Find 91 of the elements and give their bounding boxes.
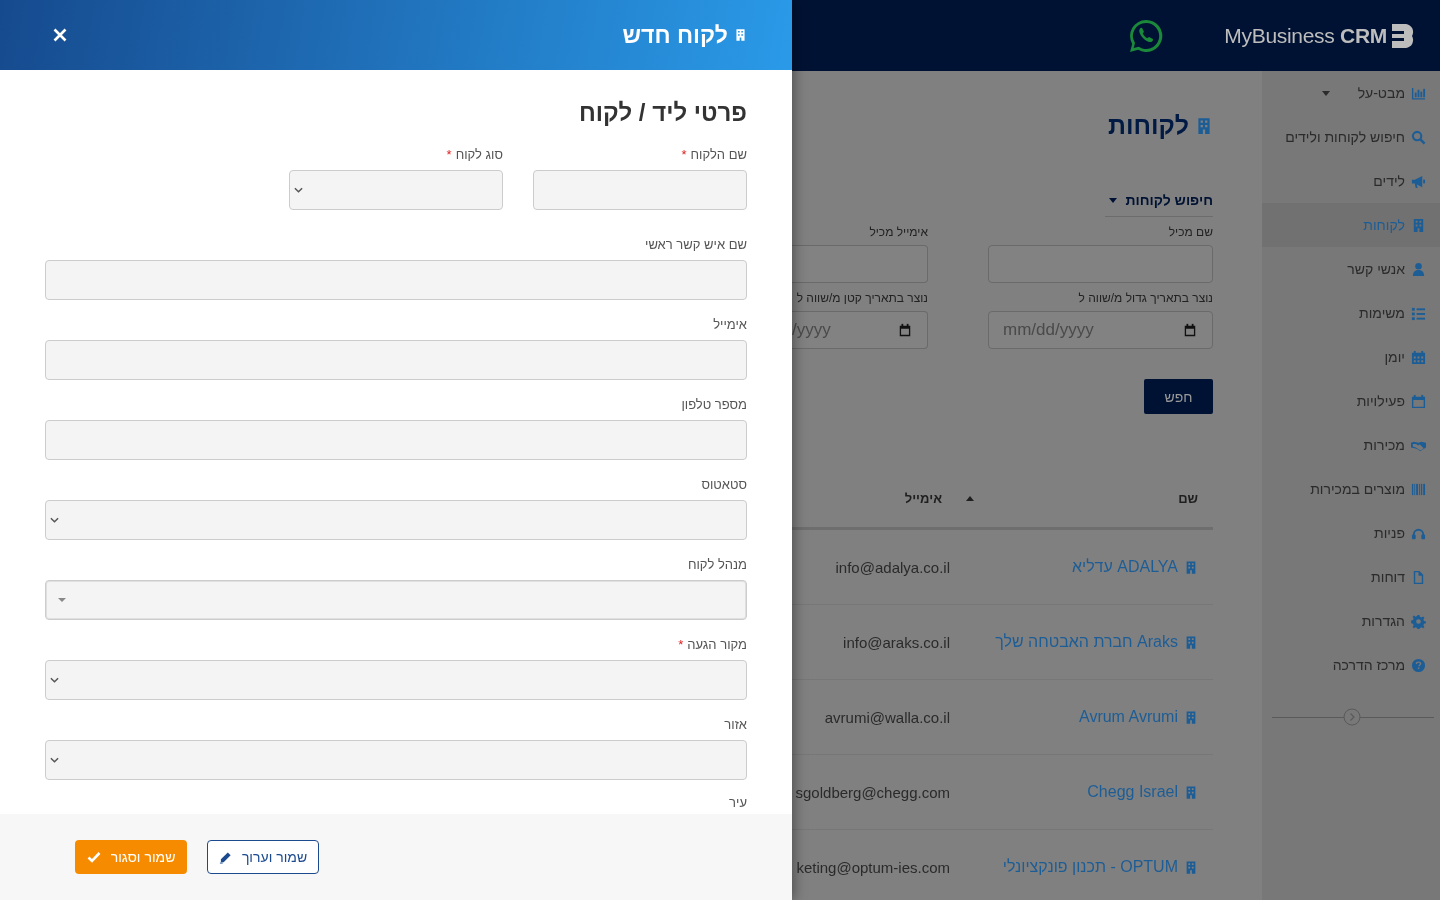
date-field[interactable]: /yyyy (792, 311, 928, 349)
field-label: אזור (723, 717, 747, 733)
chevron-icon (50, 757, 59, 763)
input-field[interactable] (792, 245, 928, 283)
sidebar-item[interactable]: מרכז הדרכה (1262, 643, 1440, 687)
sort-icon (966, 495, 974, 501)
sidebar-item[interactable]: מכירות (1262, 423, 1440, 467)
building-icon (1195, 115, 1213, 136)
save-close-button[interactable]: שמור וסגור (75, 840, 187, 874)
help-icon (1411, 657, 1426, 673)
logo-icon (1392, 21, 1416, 50)
building-icon (1184, 858, 1198, 876)
field-label: שם הלקוח * (680, 147, 747, 163)
field-label: מספר טלפון (680, 397, 747, 413)
sidebar-item[interactable]: אנשי קשר (1262, 247, 1440, 291)
gear-icon (1411, 613, 1426, 629)
sidebar-item[interactable]: מוצרים במכירות (1262, 467, 1440, 511)
dropdown-field[interactable] (45, 660, 747, 700)
field-label: עיר (728, 795, 747, 811)
sidebar-item[interactable]: פניות (1262, 511, 1440, 555)
column-header[interactable]: אימייל (792, 469, 950, 527)
calendar-icon (898, 323, 912, 337)
collapse-toggle-icon[interactable] (1343, 708, 1361, 726)
chevron-icon (50, 677, 59, 683)
building-icon (1184, 558, 1198, 576)
save-edit-button[interactable]: שמור וערוך (207, 840, 319, 874)
date-field[interactable]: mm/dd/yyyy (988, 311, 1213, 349)
table-cell: info@araks.co.il (843, 633, 950, 651)
pencil-icon (218, 850, 232, 864)
dropdown-field[interactable] (45, 500, 747, 540)
field-label: סטאטוס (700, 477, 747, 493)
dropdown-field[interactable] (45, 740, 747, 780)
customer-link[interactable]: OPTUM - תכנון פונקציונלי (1002, 858, 1178, 876)
field-label: אימייל מכיל (868, 225, 928, 239)
table-cell: sgoldberg@chegg.com (795, 783, 950, 801)
building-icon (734, 27, 747, 43)
search-panel-toggle[interactable]: חיפוש לקוחות (1105, 192, 1213, 217)
customer-link[interactable]: Araks חברת האבטחה שלך (995, 633, 1178, 651)
table-cell: keting@optum-ies.com (796, 858, 950, 876)
customer-link[interactable]: Chegg Israel (1087, 783, 1178, 801)
dropdown-field[interactable] (45, 580, 747, 620)
section-title: פרטי ליד / לקוח (577, 98, 747, 128)
caret-icon (58, 598, 66, 602)
page-title: לקוחות (792, 111, 1213, 140)
field-label: מקור הגעה * (677, 637, 747, 653)
building-icon (1184, 633, 1198, 651)
check-icon (86, 851, 101, 863)
sidebar-item[interactable]: חיפוש לקוחות ולידים (1262, 115, 1440, 159)
input-field[interactable] (988, 245, 1213, 283)
building-icon (1411, 217, 1426, 233)
field-label: שם מכיל (1167, 225, 1213, 239)
sidebar-item[interactable]: דוחות (1262, 555, 1440, 599)
field-label: אימייל (712, 317, 747, 333)
sidebar-item[interactable]: הגדרות (1262, 599, 1440, 643)
search-icon (1411, 129, 1426, 145)
calendar-icon (1411, 393, 1426, 409)
list-icon (1411, 305, 1426, 321)
megaphone-icon (1411, 173, 1426, 189)
customer-link[interactable]: Avrum Avrumi (1079, 708, 1178, 726)
dropdown-field[interactable] (289, 170, 503, 210)
caret-icon (1109, 197, 1118, 203)
column-header[interactable]: שם (950, 469, 1213, 527)
logo-text: MyBusiness CRM (1224, 23, 1387, 48)
drawer-title: לקוח חדש (622, 21, 747, 49)
calendar-icon (1411, 349, 1426, 365)
table-cell: info@adalya.co.il (835, 558, 950, 576)
close-icon (53, 28, 67, 42)
sidebar-item[interactable]: יומן (1262, 335, 1440, 379)
sidebar-item[interactable]: מבט-על (1262, 71, 1440, 115)
calendar-icon (1183, 323, 1197, 337)
caret-icon (1321, 90, 1330, 96)
sidebar-item[interactable]: פעילויות (1262, 379, 1440, 423)
document-icon (1411, 569, 1426, 585)
field-label: שם איש קשר ראשי (644, 237, 747, 253)
building-icon (1184, 783, 1198, 801)
field-label: נוצר בתאריך גדול מ/שווה ל (1077, 291, 1213, 305)
chevron-icon (294, 187, 303, 193)
barcode-icon (1411, 481, 1426, 497)
building-icon (1184, 708, 1198, 726)
chart-icon (1411, 85, 1426, 101)
chat-bubble-icon[interactable] (1128, 17, 1165, 54)
customer-link[interactable]: ADALYA עדליא (1071, 558, 1178, 576)
search-button[interactable]: חפש (1144, 379, 1213, 414)
table-cell: avrumi@walla.co.il (824, 708, 950, 726)
sidebar-item[interactable]: לידים (1262, 159, 1440, 203)
field-label: נוצר בתאריך קטן מ/שווה ל (795, 291, 928, 305)
field-label: מנהל לקוח (686, 557, 747, 573)
sidebar-item[interactable]: משימות (1262, 291, 1440, 335)
chevron-icon (50, 517, 59, 523)
field-label: סוג לקוח * (445, 147, 503, 163)
user-icon (1411, 261, 1426, 277)
